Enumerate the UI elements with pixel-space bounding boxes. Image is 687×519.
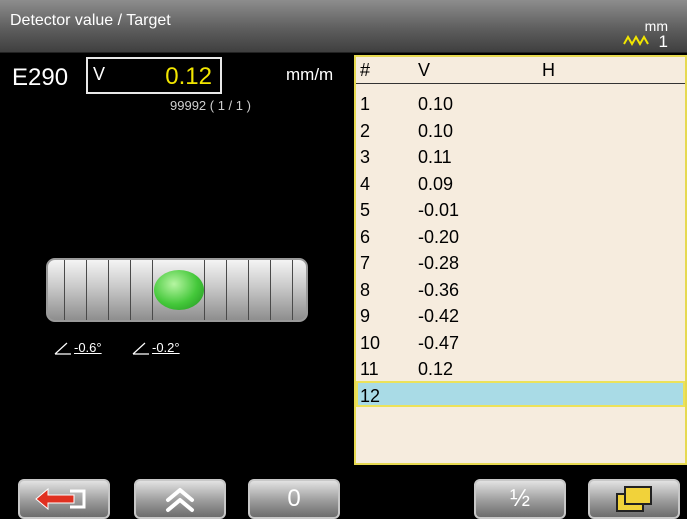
row-value-v: 0.11 <box>418 147 452 167</box>
zero-button[interactable]: 0 <box>248 479 340 519</box>
table-row[interactable]: 1 0.10 <box>356 89 685 116</box>
angle-left-value: -0.6° <box>74 340 102 355</box>
row-value-v: -0.47 <box>418 332 460 353</box>
table-header: # V H <box>356 57 685 84</box>
row-index: 10 <box>360 332 381 353</box>
table-row[interactable]: 10 -0.47 <box>356 328 685 355</box>
row-index: 9 <box>360 306 371 326</box>
back-button[interactable] <box>18 479 110 519</box>
row-index: 12 <box>360 385 381 406</box>
table-row[interactable]: 7 -0.28 <box>356 248 685 275</box>
row-value-v: 0.09 <box>418 173 454 194</box>
serial-number: 99992 ( 1 / 1 ) <box>170 98 251 113</box>
windows-button[interactable] <box>588 479 680 519</box>
page-title: Detector value / Target <box>10 12 171 29</box>
level-tick <box>152 260 153 320</box>
level-tick <box>292 260 293 320</box>
angle-right-value: -0.2° <box>152 340 180 355</box>
column-header-index: # <box>360 60 371 80</box>
row-value-v: 0.10 <box>418 120 454 141</box>
title-bar: Detector value / Target mm 1 <box>0 0 687 53</box>
back-arrow-icon <box>35 487 86 511</box>
table-row[interactable]: 2 0.10 <box>356 116 685 143</box>
row-index: 3 <box>360 147 371 167</box>
row-value-v: -0.20 <box>418 226 460 247</box>
angle-icon <box>54 342 71 355</box>
table-row[interactable]: 3 0.11 <box>356 142 685 169</box>
wave-icon <box>623 34 649 47</box>
unit-resolution-indicator[interactable]: mm 1 <box>622 18 668 51</box>
row-index: 5 <box>360 200 371 220</box>
value-display: V 0.12 <box>86 57 222 94</box>
level-tick <box>204 260 205 320</box>
row-index: 8 <box>360 279 371 300</box>
up-button[interactable] <box>134 479 226 519</box>
level-tick <box>226 260 227 320</box>
row-value-v: -0.01 <box>418 200 460 220</box>
value-axis-label: V <box>93 64 106 84</box>
row-value-v: 0.10 <box>418 94 454 114</box>
column-header-v: V <box>418 60 431 80</box>
table-row[interactable]: 12 <box>356 380 685 407</box>
sensor-id: E290 <box>12 64 69 91</box>
windows-icon <box>616 486 652 512</box>
row-index: 11 <box>360 359 379 379</box>
level-tick <box>108 260 109 320</box>
row-index: 4 <box>360 173 371 194</box>
row-index: 2 <box>360 120 371 141</box>
row-value-v: -0.42 <box>418 306 460 326</box>
row-value-v: -0.36 <box>418 279 460 300</box>
level-tick <box>64 260 65 320</box>
current-value: 0.12 <box>165 63 212 90</box>
table-row[interactable]: 9 -0.42 <box>356 301 685 328</box>
angle-right-readout: -0.2° <box>132 340 180 355</box>
half-button[interactable]: ½ <box>474 479 566 519</box>
value-unit: mm/m <box>286 65 334 84</box>
level-tick <box>270 260 271 320</box>
row-value-v: 0.12 <box>418 359 454 379</box>
results-table[interactable]: # V H 1 0.10 2 0.10 3 0.11 4 0.09 5 -0.01 6 -0.20 7-… <box>354 55 687 465</box>
level-bubble <box>154 270 204 310</box>
resolution-value: 1 <box>658 32 668 51</box>
spirit-level <box>46 258 308 322</box>
table-row[interactable]: 4 0.09 <box>356 169 685 196</box>
table-row[interactable]: 5 -0.01 <box>356 195 685 222</box>
row-index: 1 <box>360 94 371 114</box>
table-row[interactable]: 11 0.12 <box>356 354 685 381</box>
level-tick <box>248 260 249 320</box>
level-tick <box>86 260 87 320</box>
column-header-h: H <box>542 60 555 80</box>
level-tick <box>130 260 131 320</box>
angle-left-readout: -0.6° <box>54 340 102 355</box>
table-row[interactable]: 6 -0.20 <box>356 222 685 249</box>
double-chevron-up-icon <box>166 488 194 512</box>
row-index: 7 <box>360 253 371 273</box>
angle-icon <box>132 342 149 355</box>
row-index: 6 <box>360 226 371 247</box>
table-row[interactable]: 8 -0.36 <box>356 275 685 302</box>
row-value-v: -0.28 <box>418 253 460 273</box>
